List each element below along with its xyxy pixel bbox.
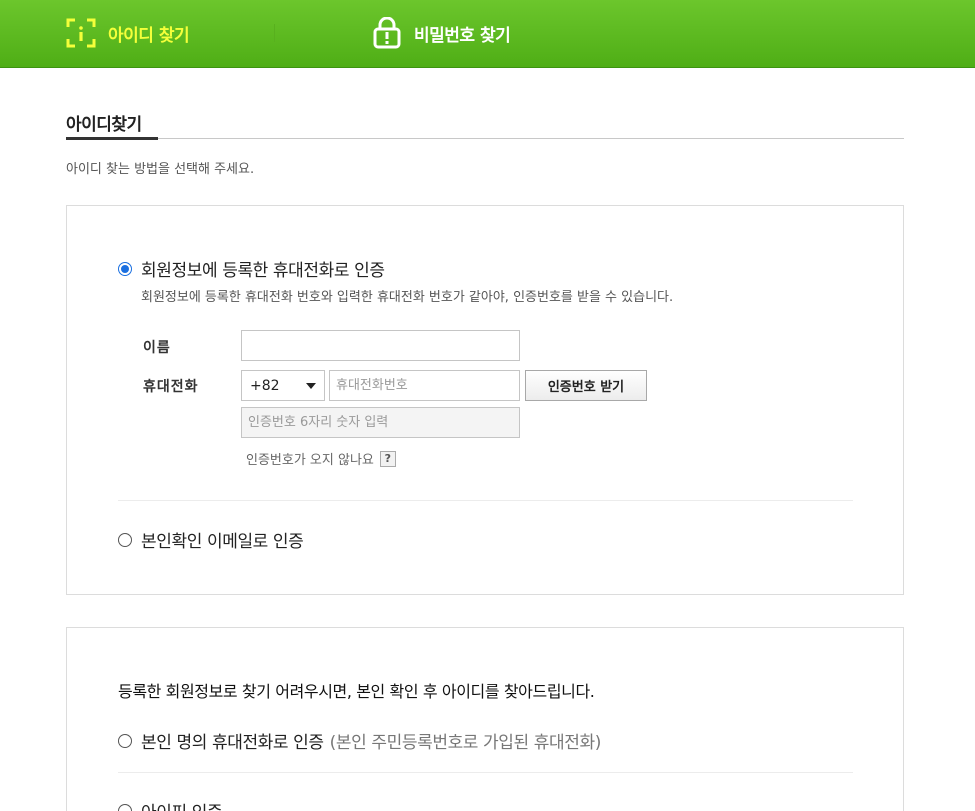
question-icon[interactable]: ? xyxy=(379,450,396,467)
method-phone-radio[interactable] xyxy=(118,261,132,276)
name-input[interactable] xyxy=(241,330,520,361)
lock-alert-icon xyxy=(373,17,401,49)
method-phone-label: 회원정보에 등록한 휴대전화로 인증 xyxy=(141,261,385,281)
alternative-divider xyxy=(118,772,853,773)
method-divider xyxy=(118,500,853,501)
own-phone-label: 본인 명의 휴대전화로 인증 xyxy=(141,733,324,753)
title-underline xyxy=(66,137,158,140)
page-title: 아이디찾기 xyxy=(66,115,142,135)
own-phone-sub: (본인 주민등록번호로 가입된 휴대전화) xyxy=(329,733,602,753)
tab-find-id[interactable]: 아이디 찾기 xyxy=(66,0,190,66)
phone-input[interactable] xyxy=(329,370,520,401)
method-email-radio[interactable] xyxy=(118,532,132,547)
tab-find-password-label: 비밀번호 찾기 xyxy=(414,25,511,46)
ipin-radio[interactable] xyxy=(118,803,132,811)
chevron-down-icon xyxy=(306,383,316,389)
method-email-label: 본인확인 이메일로 인증 xyxy=(141,532,304,552)
country-code-value: +82 xyxy=(250,377,280,394)
registered-info-methods-box: 회원정보에 등록한 휴대전화로 인증 회원정보에 등록한 휴대전화 번호와 입력… xyxy=(66,205,904,595)
tab-find-id-label: 아이디 찾기 xyxy=(108,25,190,46)
country-code-select[interactable]: +82 xyxy=(241,370,325,401)
ipin-label: 아이핀 인증 xyxy=(141,798,223,811)
own-phone-radio[interactable] xyxy=(118,733,132,748)
title-divider xyxy=(66,138,904,139)
own-phone-option[interactable]: 본인 명의 휴대전화로 인증 (본인 주민등록번호로 가입된 휴대전화) xyxy=(118,728,601,753)
ipin-option[interactable]: 아이핀 인증 xyxy=(118,798,223,811)
phone-label: 휴대전화 xyxy=(143,379,199,395)
alternative-heading: 등록한 회원정보로 찾기 어려우시면, 본인 확인 후 아이디를 찾아드립니다. xyxy=(118,682,595,701)
page-description: 아이디 찾는 방법을 선택해 주세요. xyxy=(66,162,255,177)
id-scan-icon xyxy=(66,18,96,48)
top-tab-bar: 아이디 찾기 비밀번호 찾기 xyxy=(0,0,975,68)
tab-find-password[interactable]: 비밀번호 찾기 xyxy=(372,0,511,66)
method-phone-help: 회원정보에 등록한 휴대전화 번호와 입력한 휴대전화 번호가 같아야, 인증번… xyxy=(141,290,674,305)
alternative-verification-box: 등록한 회원정보로 찾기 어려우시면, 본인 확인 후 아이디를 찾아드립니다.… xyxy=(66,627,904,811)
no-code-text: 인증번호가 오지 않나요 xyxy=(246,453,374,468)
no-code-help[interactable]: 인증번호가 오지 않나요 ? xyxy=(246,449,396,468)
code-input[interactable] xyxy=(241,407,520,438)
method-email-option[interactable]: 본인확인 이메일로 인증 xyxy=(118,527,304,552)
method-phone-option[interactable]: 회원정보에 등록한 휴대전화로 인증 xyxy=(118,256,385,281)
name-label: 이름 xyxy=(143,340,171,356)
get-code-button[interactable]: 인증번호 받기 xyxy=(525,370,647,401)
tab-divider xyxy=(274,24,275,42)
